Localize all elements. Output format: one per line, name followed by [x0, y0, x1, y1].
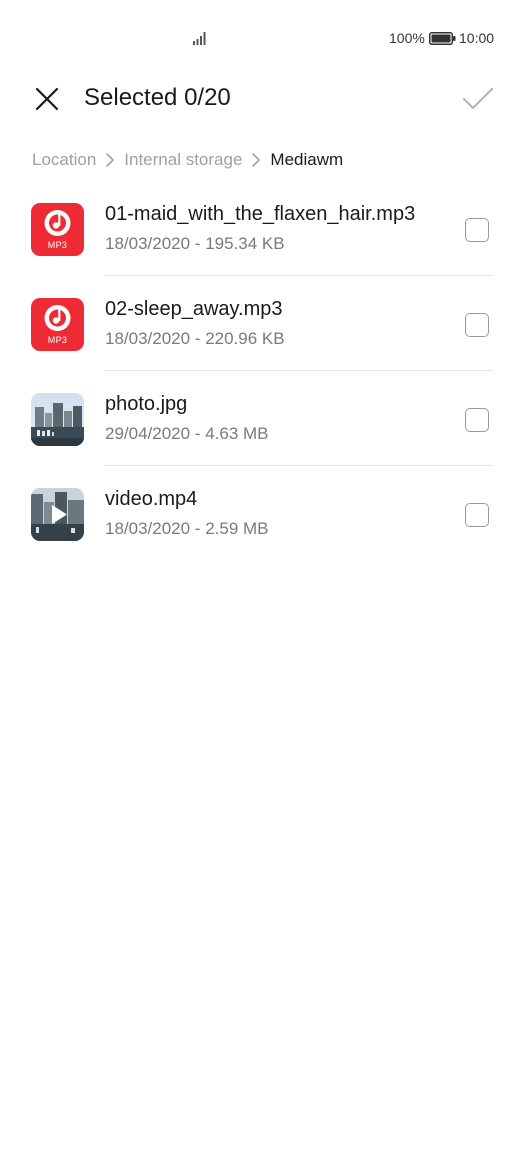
photo-thumbnail [31, 393, 84, 446]
close-icon [35, 87, 59, 111]
video-thumbnail [31, 488, 84, 541]
file-checkbox[interactable] [465, 408, 489, 432]
breadcrumb-internal-storage[interactable]: Internal storage [124, 150, 242, 170]
file-meta: 18/03/2020 - 195.34 KB [105, 234, 285, 253]
battery-icon [429, 32, 456, 45]
mp3-file-icon: MP3 [31, 203, 84, 256]
clock: 10:00 [459, 30, 495, 46]
file-list: MP3 01-maid_with_the_flaxen_hair.mp3 18/… [0, 181, 525, 561]
file-name: 02-sleep_away.mp3 [105, 298, 283, 320]
chevron-right-icon [248, 152, 264, 168]
file-row[interactable]: MP3 02-sleep_away.mp3 18/03/2020 - 220.9… [0, 276, 525, 371]
page-title: Selected 0/20 [84, 84, 231, 111]
file-checkbox[interactable] [465, 218, 489, 242]
status-bar: 100% 10:00 [0, 0, 525, 78]
file-name: photo.jpg [105, 393, 188, 415]
file-name: video.mp4 [105, 488, 198, 510]
file-checkbox[interactable] [465, 503, 489, 527]
file-name: 01-maid_with_the_flaxen_hair.mp3 [105, 203, 416, 225]
file-meta: 18/03/2020 - 220.96 KB [105, 329, 285, 348]
mp3-file-icon: MP3 [31, 298, 84, 351]
selection-header: Selected 0/20 [0, 78, 525, 122]
file-row[interactable]: MP3 01-maid_with_the_flaxen_hair.mp3 18/… [0, 181, 525, 276]
file-meta: 18/03/2020 - 2.59 MB [105, 519, 269, 538]
file-row[interactable]: photo.jpg 29/04/2020 - 4.63 MB [0, 371, 525, 466]
battery-percentage: 100% [389, 30, 425, 46]
confirm-button[interactable] [459, 80, 497, 118]
checkmark-icon [462, 87, 494, 110]
chevron-right-icon [102, 152, 118, 168]
breadcrumb: Location Internal storage Mediawm [32, 147, 343, 173]
file-type-label: MP3 [47, 240, 68, 250]
breadcrumb-mediawm: Mediawm [270, 150, 344, 169]
file-row[interactable]: video.mp4 18/03/2020 - 2.59 MB [0, 466, 525, 561]
file-checkbox[interactable] [465, 313, 489, 337]
breadcrumb-location[interactable]: Location [32, 150, 96, 170]
close-button[interactable] [30, 82, 64, 116]
file-meta: 29/04/2020 - 4.63 MB [105, 424, 269, 443]
signal-icon [193, 32, 206, 45]
file-type-label: MP3 [47, 335, 68, 345]
